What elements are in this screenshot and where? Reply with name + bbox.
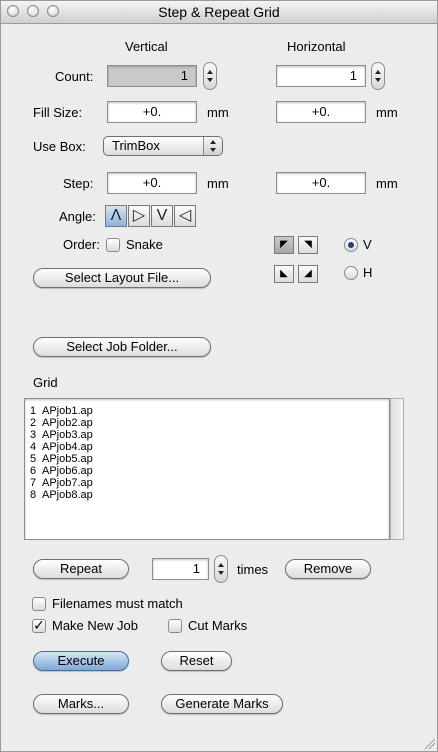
list-item[interactable]: 2 APjob2.ap (30, 417, 93, 429)
cut-marks-label: Cut Marks (188, 618, 248, 633)
grid-label: Grid (33, 375, 58, 390)
order-h-radio[interactable] (344, 266, 358, 280)
order-bottom-left-button[interactable]: ◣ (274, 265, 294, 283)
reset-button[interactable]: Reset (161, 651, 232, 671)
checkmark-icon: ✓ (33, 617, 45, 633)
angle-up-button[interactable]: Λ (105, 205, 127, 227)
step-label: Step: (63, 176, 94, 191)
order-h-label: H (363, 265, 373, 280)
remove-button[interactable]: Remove (285, 559, 371, 579)
make-new-job-label: Make New Job (52, 618, 138, 633)
repeat-button[interactable]: Repeat (33, 559, 129, 579)
corner-top-right-icon: ◥ (304, 239, 312, 250)
count-label: Count: (55, 69, 94, 84)
count-vertical-stepper[interactable] (203, 62, 217, 90)
marks-button[interactable]: Marks... (33, 694, 129, 714)
order-label: Order: (63, 237, 100, 252)
cut-marks-checkbox[interactable] (168, 619, 182, 633)
arrow-down-icon (207, 78, 213, 82)
angle-label: Angle: (59, 209, 96, 224)
count-horizontal-field[interactable]: 1 (276, 65, 366, 87)
filenames-must-match-checkbox[interactable] (32, 597, 46, 611)
list-item[interactable]: 6 APjob6.ap (30, 465, 93, 477)
fill-size-vertical-unit: mm (207, 105, 229, 120)
order-bottom-right-button[interactable]: ◢ (298, 265, 318, 283)
generate-marks-button[interactable]: Generate Marks (161, 694, 283, 714)
fill-size-label: Fill Size: (33, 105, 83, 120)
popup-arrows-icon (203, 137, 222, 155)
angle-down-button[interactable]: V (151, 205, 173, 227)
fill-size-horizontal-field[interactable]: +0. (276, 101, 366, 123)
use-box-popup[interactable]: TrimBox (103, 136, 223, 156)
arrow-up-icon (218, 563, 224, 567)
arrow-up-icon (375, 70, 381, 74)
list-item[interactable]: 4 APjob4.ap (30, 441, 93, 453)
make-new-job-checkbox[interactable]: ✓ (32, 617, 46, 633)
vertical-header: Vertical (125, 39, 168, 54)
snake-checkbox[interactable] (106, 238, 120, 252)
step-horizontal-field[interactable]: +0. (276, 172, 366, 194)
arrow-down-icon (218, 571, 224, 575)
window-title: Step & Repeat Grid (158, 4, 280, 20)
order-top-left-button[interactable]: ◤ (274, 236, 294, 254)
step-repeat-window: Step & Repeat Grid Vertical Horizontal C… (0, 0, 438, 752)
step-horizontal-unit: mm (376, 176, 398, 191)
fill-size-vertical-field[interactable]: +0. (107, 101, 197, 123)
select-layout-file-button[interactable]: Select Layout File... (33, 268, 211, 288)
order-top-right-button[interactable]: ◥ (298, 236, 318, 254)
list-item[interactable]: 1 APjob1.ap (30, 405, 93, 417)
select-job-folder-button[interactable]: Select Job Folder... (33, 337, 211, 357)
corner-bottom-right-icon: ◢ (304, 268, 312, 279)
filenames-must-match-label: Filenames must match (52, 596, 183, 611)
grid-scrollbar[interactable] (390, 398, 404, 540)
list-item[interactable]: 8 APjob8.ap (30, 489, 93, 501)
list-item[interactable]: 5 APjob5.ap (30, 453, 93, 465)
list-item[interactable]: 7 APjob7.ap (30, 477, 93, 489)
order-v-radio[interactable] (344, 238, 358, 252)
use-box-value: TrimBox (112, 138, 160, 153)
grid-list[interactable]: 1 APjob1.ap 2 APjob2.ap 3 APjob3.ap 4 APjob4… (24, 398, 390, 540)
fill-size-horizontal-unit: mm (376, 105, 398, 120)
repeat-times-field[interactable]: 1 (152, 558, 209, 580)
order-v-label: V (363, 237, 372, 252)
corner-bottom-left-icon: ◣ (280, 268, 288, 279)
execute-button[interactable]: Execute (33, 651, 129, 671)
count-horizontal-stepper[interactable] (371, 62, 385, 90)
resize-grip-icon[interactable] (423, 737, 435, 749)
corner-top-left-icon: ◤ (280, 239, 288, 250)
list-item[interactable]: 3 APjob3.ap (30, 429, 93, 441)
use-box-label: Use Box: (33, 139, 86, 154)
angle-left-button[interactable]: ◁ (174, 205, 196, 227)
times-label: times (237, 562, 269, 577)
repeat-times-stepper[interactable] (214, 555, 228, 583)
snake-label: Snake (126, 237, 163, 252)
horizontal-header: Horizontal (287, 39, 346, 54)
step-vertical-unit: mm (207, 176, 229, 191)
step-vertical-field[interactable]: +0. (107, 172, 197, 194)
angle-right-button[interactable]: ▷ (128, 205, 150, 227)
arrow-up-icon (207, 70, 213, 74)
title-bar[interactable]: Step & Repeat Grid (1, 1, 437, 24)
arrow-down-icon (375, 78, 381, 82)
count-vertical-field[interactable]: 1 (107, 65, 197, 87)
